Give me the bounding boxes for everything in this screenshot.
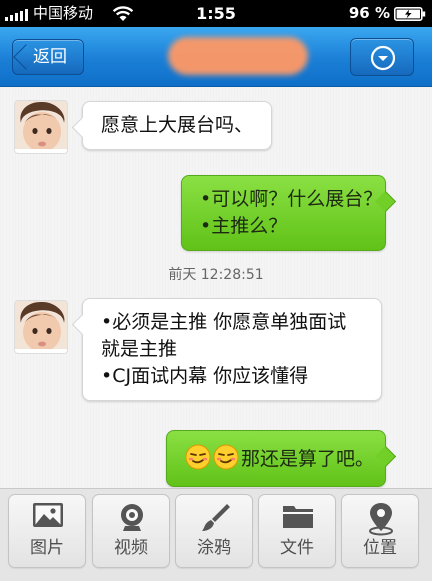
- location-label: 位置: [363, 538, 397, 558]
- file-button[interactable]: 文件: [258, 494, 336, 568]
- brush-icon: [202, 504, 230, 531]
- navigation-bar: 返回: [0, 27, 432, 87]
- contact-avatar[interactable]: [14, 100, 68, 154]
- chevron-down-circle-icon: [370, 45, 396, 71]
- message-content: 那还是算了吧。: [185, 444, 374, 473]
- message-bubble-outgoing[interactable]: •可以啊？什么展台？ •主推么？: [181, 175, 386, 251]
- location-button[interactable]: 位置: [341, 494, 419, 568]
- more-options-button[interactable]: [350, 38, 414, 76]
- status-bar: 中国移动 1:55 96 %: [0, 0, 432, 27]
- message-text: •CJ面试内幕 你应该懂得: [101, 365, 309, 387]
- contact-avatar[interactable]: [14, 300, 68, 354]
- location-pin-icon: [369, 503, 393, 536]
- redacted-contact-name: [168, 37, 308, 75]
- video-button[interactable]: 视频: [92, 494, 170, 568]
- message-bubble-incoming[interactable]: •必须是主推 你愿意单独面试 就是主推 •CJ面试内幕 你应该懂得: [82, 298, 382, 401]
- back-button-label: 返回: [33, 47, 67, 67]
- chat-area[interactable]: 愿意上大展台吗、 •可以啊？什么展台？ •主推么？ 前天 12:28:51 •必…: [0, 88, 432, 488]
- message-text: 就是主推: [101, 338, 178, 360]
- attachment-toolbar: 图片 视频 涂鸦 文件 位置: [0, 488, 432, 581]
- message-text: •必须是主推 你愿意单独面试: [101, 311, 347, 333]
- message-text: •主推么？: [200, 215, 288, 237]
- video-label: 视频: [114, 538, 148, 558]
- image-label: 图片: [30, 538, 64, 558]
- message-bubble-outgoing[interactable]: 那还是算了吧。: [166, 430, 386, 487]
- message-text: 那还是算了吧。: [241, 448, 375, 470]
- message-text: 愿意上大展台吗、: [101, 114, 254, 136]
- webcam-icon: [121, 504, 143, 531]
- image-icon: [33, 503, 63, 527]
- doodle-label: 涂鸦: [197, 538, 231, 558]
- folder-icon: [283, 506, 313, 528]
- battery-percent: 96 %: [348, 4, 390, 22]
- doodle-button[interactable]: 涂鸦: [175, 494, 253, 568]
- file-label: 文件: [280, 538, 314, 558]
- message-timestamp: 前天 12:28:51: [168, 267, 264, 283]
- baby-avatar-image: [15, 101, 67, 153]
- smug-face-icon: [185, 444, 211, 470]
- back-button[interactable]: 返回: [12, 39, 84, 75]
- battery-charging-icon: [394, 7, 426, 21]
- message-bubble-incoming[interactable]: 愿意上大展台吗、: [82, 101, 273, 150]
- smug-face-icon: [213, 444, 239, 470]
- baby-avatar-image: [15, 301, 67, 353]
- message-text: •可以啊？什么展台？: [200, 188, 383, 210]
- image-button[interactable]: 图片: [8, 494, 86, 568]
